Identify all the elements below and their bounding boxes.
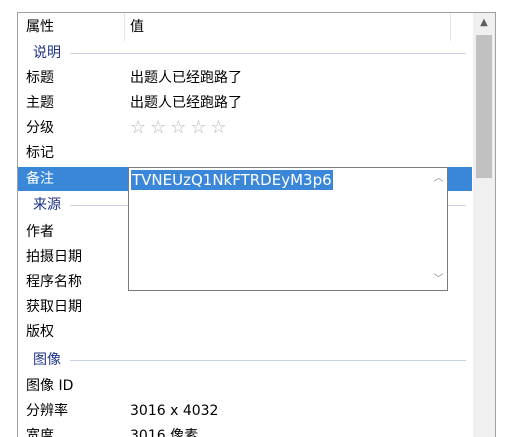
scrollbar-thumb[interactable]: [476, 35, 492, 178]
group-divider: [70, 360, 466, 361]
vertical-scrollbar[interactable]: ▲: [473, 13, 495, 437]
rating-stars[interactable]: ☆☆☆☆☆: [130, 116, 231, 140]
comments-editor-text[interactable]: TVNEUzQ1NkFTRDEyM3p6: [131, 170, 333, 190]
property-list: 属性 值 说明 标题 出题人已经跑路了 主题 出题人已经跑路了 分级 ☆☆☆☆☆…: [18, 13, 472, 437]
row-value[interactable]: 出题人已经跑路了: [130, 66, 242, 90]
chevron-up-icon[interactable]: ︿: [430, 170, 447, 187]
row-rating[interactable]: 分级 ☆☆☆☆☆: [18, 116, 472, 140]
column-header-property[interactable]: 属性: [26, 13, 124, 41]
row-label: 拍摄日期: [26, 249, 82, 265]
properties-panel: 属性 值 说明 标题 出题人已经跑路了 主题 出题人已经跑路了 分级 ☆☆☆☆☆…: [17, 12, 496, 437]
row-date-acquired[interactable]: 获取日期: [18, 295, 472, 319]
row-title[interactable]: 标题 出题人已经跑路了: [18, 66, 472, 90]
row-label: 作者: [26, 224, 54, 240]
row-value[interactable]: 3016 x 4032: [130, 399, 218, 423]
column-header-value[interactable]: 值: [130, 13, 144, 41]
row-label: 获取日期: [26, 299, 82, 315]
row-subject[interactable]: 主题 出题人已经跑路了: [18, 91, 472, 115]
row-value[interactable]: 3016 像素: [130, 424, 198, 437]
row-copyright[interactable]: 版权: [18, 320, 472, 344]
editor-scrollbar[interactable]: ︿ ﹀: [430, 168, 447, 290]
group-title: 来源: [33, 197, 61, 213]
row-label: 标题: [26, 70, 54, 86]
column-separator[interactable]: [450, 13, 451, 41]
row-label: 图像 ID: [26, 378, 74, 394]
group-description: 说明: [18, 41, 472, 65]
row-label: 宽度: [26, 428, 54, 437]
scroll-up-arrow-icon[interactable]: ▲: [473, 13, 495, 33]
row-width[interactable]: 宽度 3016 像素: [18, 424, 472, 437]
row-image-id[interactable]: 图像 ID: [18, 374, 472, 398]
row-label: 分级: [26, 120, 54, 136]
column-separator[interactable]: [124, 13, 125, 41]
group-divider: [70, 53, 466, 54]
row-tags[interactable]: 标记: [18, 141, 472, 165]
group-title: 说明: [33, 45, 61, 61]
row-label: 标记: [26, 145, 54, 161]
row-label: 版权: [26, 324, 54, 340]
row-label: 备注: [26, 171, 54, 187]
row-label: 程序名称: [26, 274, 82, 290]
row-resolution[interactable]: 分辨率 3016 x 4032: [18, 399, 472, 423]
row-label: 分辨率: [26, 403, 68, 419]
group-image: 图像: [18, 348, 472, 372]
comments-editor[interactable]: TVNEUzQ1NkFTRDEyM3p6 ︿ ﹀: [128, 167, 448, 291]
list-header: 属性 值: [18, 13, 472, 41]
row-value[interactable]: 出题人已经跑路了: [130, 91, 242, 115]
chevron-down-icon[interactable]: ﹀: [430, 271, 447, 288]
row-label: 主题: [26, 95, 54, 111]
group-title: 图像: [33, 352, 61, 368]
